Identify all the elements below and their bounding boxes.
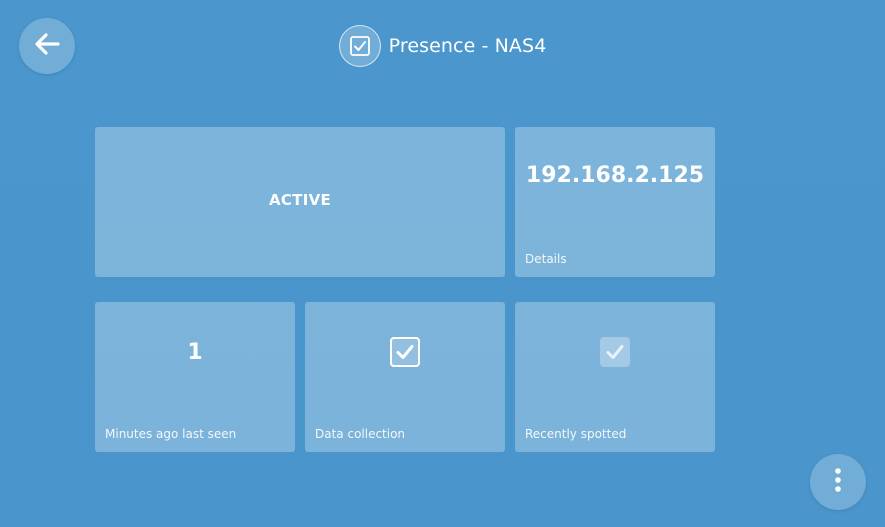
- ip-address-value: 192.168.2.125: [525, 163, 705, 188]
- page-header: Presence - NAS4: [0, 24, 885, 68]
- checkmark-icon: [396, 345, 414, 359]
- checkmark-icon: [606, 345, 624, 359]
- recently-spotted-label: Recently spotted: [525, 427, 627, 441]
- more-vertical-icon: [834, 467, 842, 497]
- more-menu-button[interactable]: [810, 454, 866, 510]
- recently-spotted-checkbox: [600, 337, 630, 367]
- checkbox-icon: [338, 25, 381, 67]
- last-seen-label: Minutes ago last seen: [105, 427, 237, 441]
- status-value: ACTIVE: [268, 191, 332, 209]
- page-title: Presence - NAS4: [388, 35, 547, 57]
- ip-address-tile[interactable]: 192.168.2.125 Details: [515, 127, 715, 277]
- data-collection-tile[interactable]: Data collection: [305, 302, 505, 452]
- last-seen-tile[interactable]: 1 Minutes ago last seen: [95, 302, 295, 452]
- details-label: Details: [525, 252, 567, 266]
- last-seen-value: 1: [187, 340, 203, 365]
- status-tile[interactable]: ACTIVE: [95, 127, 505, 277]
- data-collection-label: Data collection: [315, 427, 406, 441]
- recently-spotted-tile[interactable]: Recently spotted: [515, 302, 715, 452]
- data-collection-checkbox[interactable]: [390, 337, 420, 367]
